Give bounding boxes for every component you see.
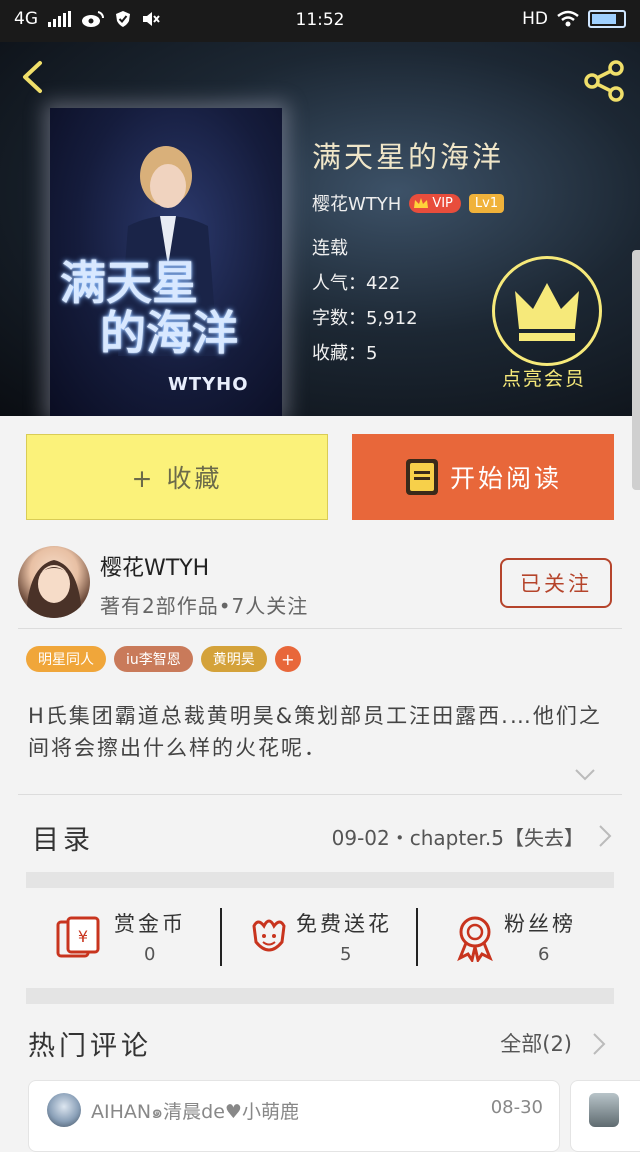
tag-list: 明星同人 iu李智恩 黄明昊 +	[26, 646, 301, 672]
table-of-contents-row[interactable]: 目录 09-02・chapter.5【失去】	[0, 806, 640, 866]
stat-label: 免费送花	[296, 912, 392, 936]
status-bar: 4G 11:52 HD	[0, 0, 640, 42]
hd-label: HD	[522, 9, 548, 29]
expand-chevron-icon[interactable]	[574, 768, 596, 782]
stat-value: 6	[538, 944, 550, 965]
tag-item[interactable]: 黄明昊	[200, 646, 267, 672]
comment-date: 08-30	[490, 1097, 543, 1118]
stats-row: ¥ 赏金币 0 免费送花 5 粉丝榜 6	[0, 888, 640, 988]
back-arrow-icon[interactable]	[16, 60, 50, 94]
crown-icon	[414, 198, 429, 208]
svg-text:¥: ¥	[78, 927, 88, 946]
book-icon	[405, 459, 438, 495]
start-reading-button[interactable]: 开始阅读	[352, 434, 614, 520]
divider	[18, 628, 622, 629]
share-icon[interactable]	[582, 58, 628, 104]
red-envelope-icon: ¥	[56, 916, 100, 958]
fan-ranking-stat[interactable]: 粉丝榜 6	[450, 902, 600, 972]
commenter-name[interactable]: AIHAN๑清晨de♥小萌鹿	[91, 1097, 299, 1127]
chevron-right-icon[interactable]	[592, 1032, 606, 1056]
free-flower-stat[interactable]: 免费送花 5	[244, 902, 414, 972]
avatar-image	[26, 560, 82, 618]
toc-label: 目录	[32, 825, 94, 856]
comment-card[interactable]: AIHAN๑清晨de♥小萌鹿 08-30	[28, 1080, 560, 1152]
vertical-divider	[220, 908, 222, 966]
side-edge-handle[interactable]	[632, 250, 640, 490]
favorite-button[interactable]: + 收藏	[26, 434, 328, 520]
comment-card[interactable]	[570, 1080, 640, 1152]
author-card-name[interactable]: 樱花WTYH	[100, 550, 209, 582]
book-header: 满天星 的海洋 WTYHO 满天星的海洋 樱花WTYH VIP Lv1 连载 人…	[0, 42, 640, 416]
vip-label: VIP	[432, 195, 453, 211]
stat-label: 粉丝榜	[504, 912, 576, 936]
author-card-info: 著有2部作品•7人关注	[100, 594, 309, 618]
section-separator	[26, 988, 614, 1004]
book-favorites: 收藏：5	[312, 343, 378, 364]
start-reading-label: 开始阅读	[449, 464, 562, 493]
all-comments-link[interactable]: 全部(2)	[500, 1028, 572, 1058]
wifi-icon	[557, 10, 579, 27]
cover-title: 满天星 的海洋	[60, 258, 272, 358]
book-popularity: 人气：422	[312, 273, 401, 294]
status-right: HD	[522, 9, 626, 29]
vip-badge: VIP	[409, 193, 461, 213]
flower-icon	[252, 919, 286, 952]
author-name[interactable]: 樱花WTYH	[312, 190, 401, 216]
level-badge: Lv1	[468, 193, 505, 213]
book-cover[interactable]: 满天星 的海洋 WTYHO	[50, 108, 282, 416]
reward-coins-stat[interactable]: ¥ 赏金币 0	[54, 902, 214, 972]
stat-label: 赏金币	[114, 912, 186, 936]
book-description: H氏集团霸道总裁黄明昊&策划部员工汪田露西.…他们之间将会擦出什么样的火花呢．	[28, 704, 602, 760]
commenter-avatar[interactable]	[589, 1093, 619, 1127]
book-word-count: 字数：5,912	[312, 308, 418, 329]
vip-crown-icon[interactable]	[492, 256, 602, 366]
cover-title-line2: 的海洋	[100, 306, 238, 360]
author-row: 樱花WTYH VIP Lv1	[312, 190, 505, 216]
author-avatar[interactable]	[18, 546, 90, 618]
commenter-avatar[interactable]	[47, 1093, 81, 1127]
hot-comments-heading: 热门评论	[28, 1031, 152, 1062]
book-title: 满天星的海洋	[312, 140, 505, 174]
cover-title-line1: 满天星	[60, 256, 198, 310]
vertical-divider	[416, 908, 418, 966]
cover-subtitle: WTYHO	[168, 374, 249, 395]
tag-item[interactable]: iu李智恩	[114, 646, 193, 672]
tag-item[interactable]: 明星同人	[26, 646, 106, 672]
toc-latest-chapter: 09-02・chapter.5【失去】	[331, 826, 584, 850]
section-separator	[26, 872, 614, 888]
ribbon-medal-icon	[457, 916, 493, 962]
vip-badge-label[interactable]: 点亮会员	[472, 364, 616, 391]
stat-value: 5	[340, 944, 352, 965]
divider	[18, 794, 622, 795]
follow-button[interactable]: 已关注	[500, 558, 612, 608]
book-status: 连载	[312, 238, 348, 259]
add-tag-button[interactable]: +	[274, 646, 301, 672]
chevron-right-icon	[599, 825, 612, 847]
stat-value: 0	[144, 944, 156, 965]
battery-icon	[588, 10, 626, 28]
